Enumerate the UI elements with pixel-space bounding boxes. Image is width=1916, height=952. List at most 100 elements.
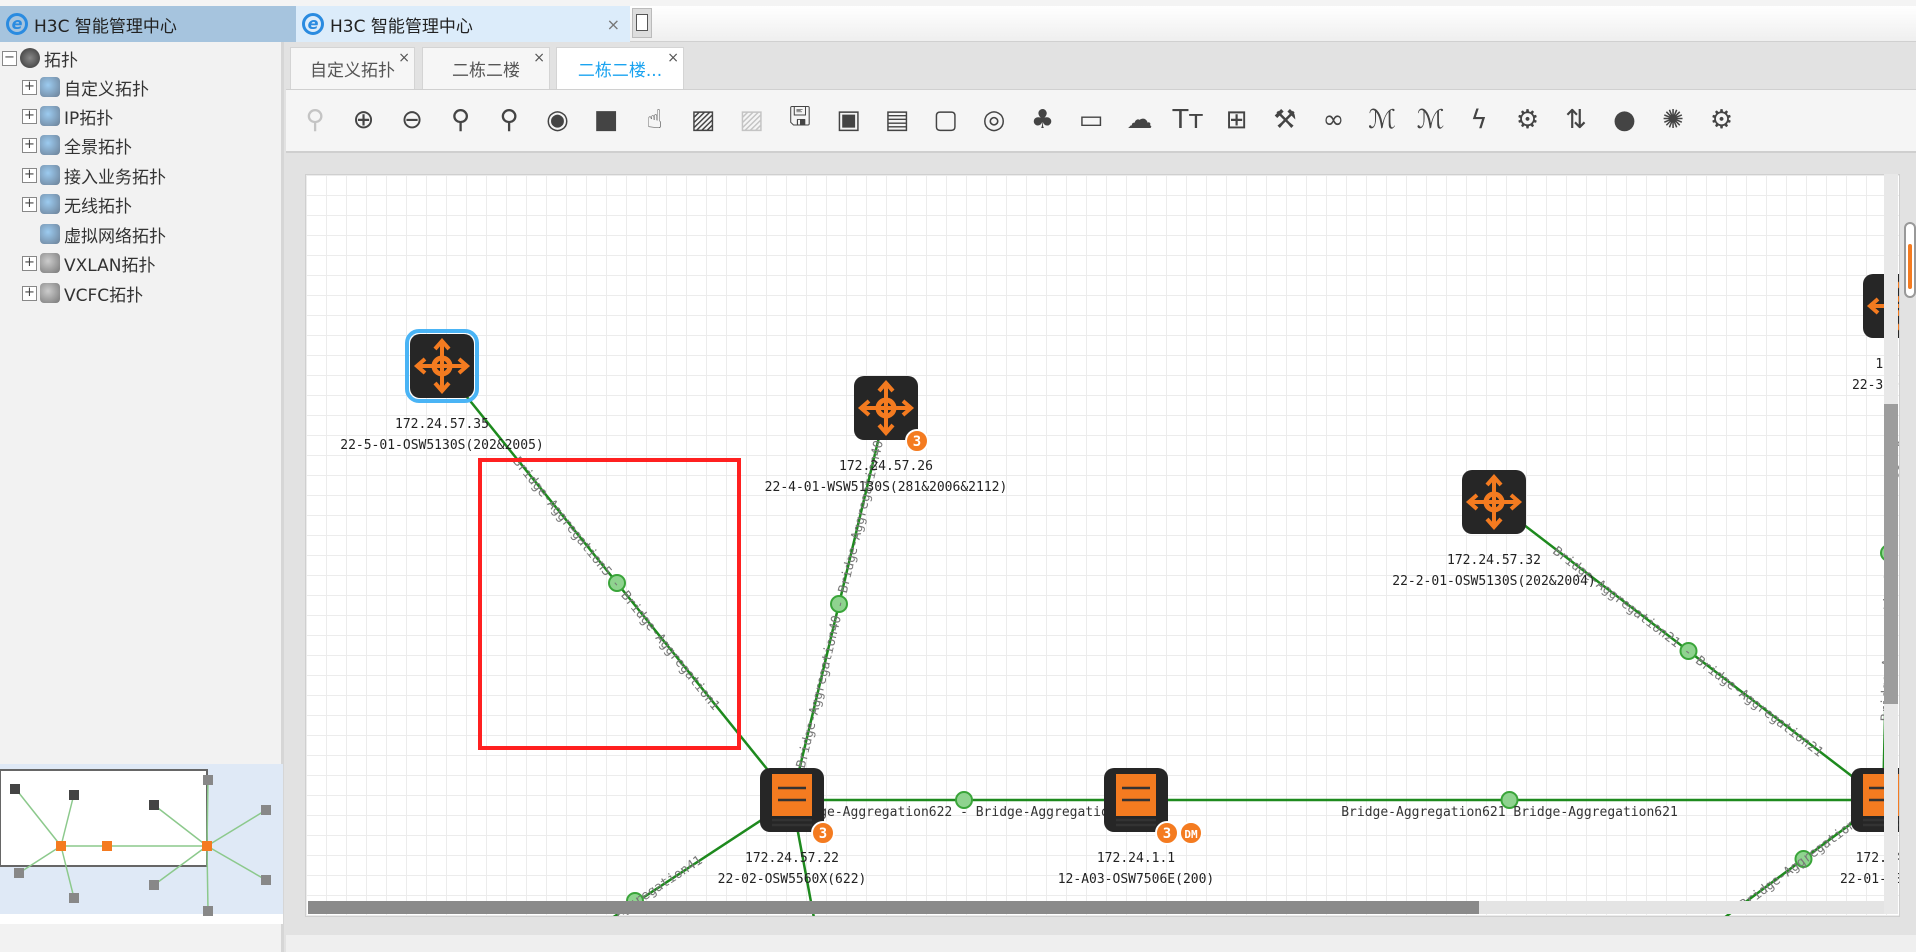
topology-folder-icon xyxy=(40,194,60,214)
tree-item-root[interactable]: − 拓扑 xyxy=(2,45,78,71)
ie-icon: e xyxy=(6,13,28,35)
device-node[interactable]: 172.24.57.32 22-2-01-OSW5130S(202&2004) xyxy=(1392,470,1596,589)
link-config-icon[interactable]: ⚒ xyxy=(1267,102,1303,138)
tab-1[interactable]: 自定义拓扑 × xyxy=(290,47,415,89)
tree-item[interactable]: + VCFC拓扑 xyxy=(22,280,143,306)
save-icon[interactable]: 🖫 xyxy=(782,102,818,138)
vertical-scroll-thumb[interactable] xyxy=(1884,404,1898,704)
device-name: 22-4-01-WSW5130S(281&2006&2112) xyxy=(765,480,1008,495)
new-tab-button[interactable] xyxy=(632,8,652,38)
remove-background-icon[interactable]: ▨ xyxy=(734,102,770,138)
browser-tab[interactable]: e H3C 智能管理中心 xyxy=(0,6,296,42)
expand-icon[interactable]: + xyxy=(22,285,37,301)
text-icon[interactable]: Tт xyxy=(1170,102,1206,138)
zoom-out-icon[interactable]: ⊖ xyxy=(394,102,430,138)
topology-link[interactable]: Bridge-Aggregation621 Bridge-Aggregation… xyxy=(1136,791,1883,820)
tab-3[interactable]: 二栋二楼... × xyxy=(556,47,684,89)
tree-item[interactable]: + IP拓扑 xyxy=(22,103,113,129)
tab-2[interactable]: 二栋二楼 × xyxy=(422,47,550,89)
close-tab-icon[interactable]: × xyxy=(398,50,410,66)
flash-icon[interactable]: ϟ xyxy=(1461,102,1497,138)
link-label: Bridge-Aggregation5 - Bridge-Aggregation… xyxy=(509,454,722,713)
layout-circle-icon[interactable]: ◎ xyxy=(976,102,1012,138)
browser-tab-active[interactable]: e H3C 智能管理中心 × xyxy=(296,6,630,42)
close-tab-icon[interactable]: × xyxy=(667,50,679,66)
close-tab-icon[interactable]: × xyxy=(607,15,620,34)
device-ip: 172.24.57.32 xyxy=(1447,553,1541,568)
settings-icon[interactable]: ⚙ xyxy=(1704,102,1740,138)
tree-item[interactable]: 虚拟网络拓扑 xyxy=(22,221,166,247)
ie-icon: e xyxy=(302,13,324,35)
tree-item-label: 自定义拓扑 xyxy=(64,79,149,100)
device-name: 22-02-OSW5560X(622) xyxy=(718,872,867,887)
topology-link[interactable]: Bridge-Aggregation622 - Bridge-Aggregati… xyxy=(788,791,1140,820)
topology-folder-icon xyxy=(40,253,60,273)
browser-tab-title: H3C 智能管理中心 xyxy=(34,16,177,37)
collapse-icon[interactable]: − xyxy=(2,50,17,66)
hand-pan-icon[interactable]: ☝ xyxy=(637,102,673,138)
topology-link[interactable]: Bridge-Aggregation21 - Bridge-Aggregatio… xyxy=(1493,501,1884,801)
expand-icon[interactable]: + xyxy=(22,196,37,212)
browser-tab-title: H3C 智能管理中心 xyxy=(330,16,473,37)
device-ip: 172.24.57.26 xyxy=(839,459,933,474)
topology-folder-icon xyxy=(40,283,60,303)
tree-item[interactable]: + 全景拓扑 xyxy=(22,132,132,158)
tree-item-label: 拓扑 xyxy=(44,50,78,71)
close-tab-icon[interactable]: × xyxy=(533,50,545,66)
add-background-icon[interactable]: ▨ xyxy=(685,102,721,138)
swap-icon[interactable]: ⇅ xyxy=(1558,102,1594,138)
eye-icon[interactable]: ◉ xyxy=(540,102,576,138)
expand-icon[interactable]: + xyxy=(22,255,37,271)
device-name: 22-2-01-OSW5130S(202&2004) xyxy=(1392,574,1596,589)
search-icon[interactable]: ⚲ xyxy=(491,102,527,138)
add-cloud-icon[interactable]: ☁ xyxy=(1122,102,1158,138)
expand-icon[interactable]: + xyxy=(22,137,37,153)
tree-item-label: 全景拓扑 xyxy=(64,137,132,158)
browser-tab-bar: e H3C 智能管理中心 e H3C 智能管理中心 × xyxy=(0,6,1916,42)
tree-item-label: VXLAN拓扑 xyxy=(64,255,156,276)
tree-item-label: VCFC拓扑 xyxy=(64,285,144,306)
add-link-icon[interactable]: ⊞ xyxy=(1219,102,1255,138)
tree-item-label: 虚拟网络拓扑 xyxy=(64,226,166,247)
horizontal-scroll-thumb[interactable] xyxy=(308,901,1479,914)
add-device-icon[interactable]: ▭ xyxy=(1073,102,1109,138)
refresh-gear-icon[interactable]: ⚙ xyxy=(1510,102,1546,138)
topology-folder-icon xyxy=(40,224,60,244)
image-icon[interactable]: ▣ xyxy=(831,102,867,138)
status-strip xyxy=(286,935,1916,952)
badge-count: 3 xyxy=(913,434,921,450)
horizontal-scrollbar[interactable] xyxy=(308,901,1893,914)
zoom-1to1-icon[interactable]: ⚲ xyxy=(297,102,333,138)
expand-icon[interactable]: + xyxy=(22,108,37,124)
device-view-icon[interactable]: ▤ xyxy=(879,102,915,138)
expand-icon[interactable]: + xyxy=(22,79,37,95)
hierarchy-icon[interactable]: ♣ xyxy=(1025,102,1061,138)
device-node[interactable]: 172.24.57.35 22-5-01-OSW5130S(202&2005) xyxy=(340,329,544,453)
fullscreen-icon[interactable]: ■ xyxy=(588,102,624,138)
page-scroll-handle[interactable] xyxy=(1904,222,1916,298)
monitor-icon[interactable]: ● xyxy=(1607,102,1643,138)
device-node[interactable]: 3 DM 172.24.1.1 12-A03-OSW7506E(200) xyxy=(1058,768,1215,887)
device-ip: 172.24.57.35 xyxy=(395,417,489,432)
device-node[interactable]: 3 172.24.57.22 22-02-OSW5560X(622) xyxy=(718,768,867,887)
tree-item[interactable]: + 无线拓扑 xyxy=(22,191,132,217)
link-label: Bridge-Aggregation621 Bridge-Aggregation… xyxy=(1341,805,1678,820)
tree-item[interactable]: + VXLAN拓扑 xyxy=(22,250,155,276)
badge-count: 3 xyxy=(819,826,827,842)
topology-canvas[interactable]: Bridge-Aggregation5 - Bridge-Aggregation… xyxy=(305,174,1900,917)
device-node[interactable]: 3 172.24.57.26 22-4-01-WSW5130S(281&2006&2… xyxy=(765,376,1008,495)
tree-item[interactable]: + 自定义拓扑 xyxy=(22,74,149,100)
topology-graph: Bridge-Aggregation5 - Bridge-Aggregation… xyxy=(340,274,1899,916)
ms-select-icon[interactable]: ℳ xyxy=(1364,102,1400,138)
tree-item[interactable]: + 接入业务拓扑 xyxy=(22,162,166,188)
binoculars-icon[interactable]: ∞ xyxy=(1316,102,1352,138)
network-tool-icon[interactable]: ✺ xyxy=(1655,102,1691,138)
zoom-fit-icon[interactable]: ⚲ xyxy=(443,102,479,138)
expand-icon[interactable]: + xyxy=(22,167,37,183)
tab-label: 二栋二楼 xyxy=(452,61,520,81)
vertical-scrollbar[interactable] xyxy=(1884,174,1898,914)
minimap[interactable] xyxy=(0,764,283,924)
layout-square-icon[interactable]: ▢ xyxy=(928,102,964,138)
ms-settings-icon[interactable]: ℳ xyxy=(1413,102,1449,138)
zoom-in-icon[interactable]: ⊕ xyxy=(346,102,382,138)
